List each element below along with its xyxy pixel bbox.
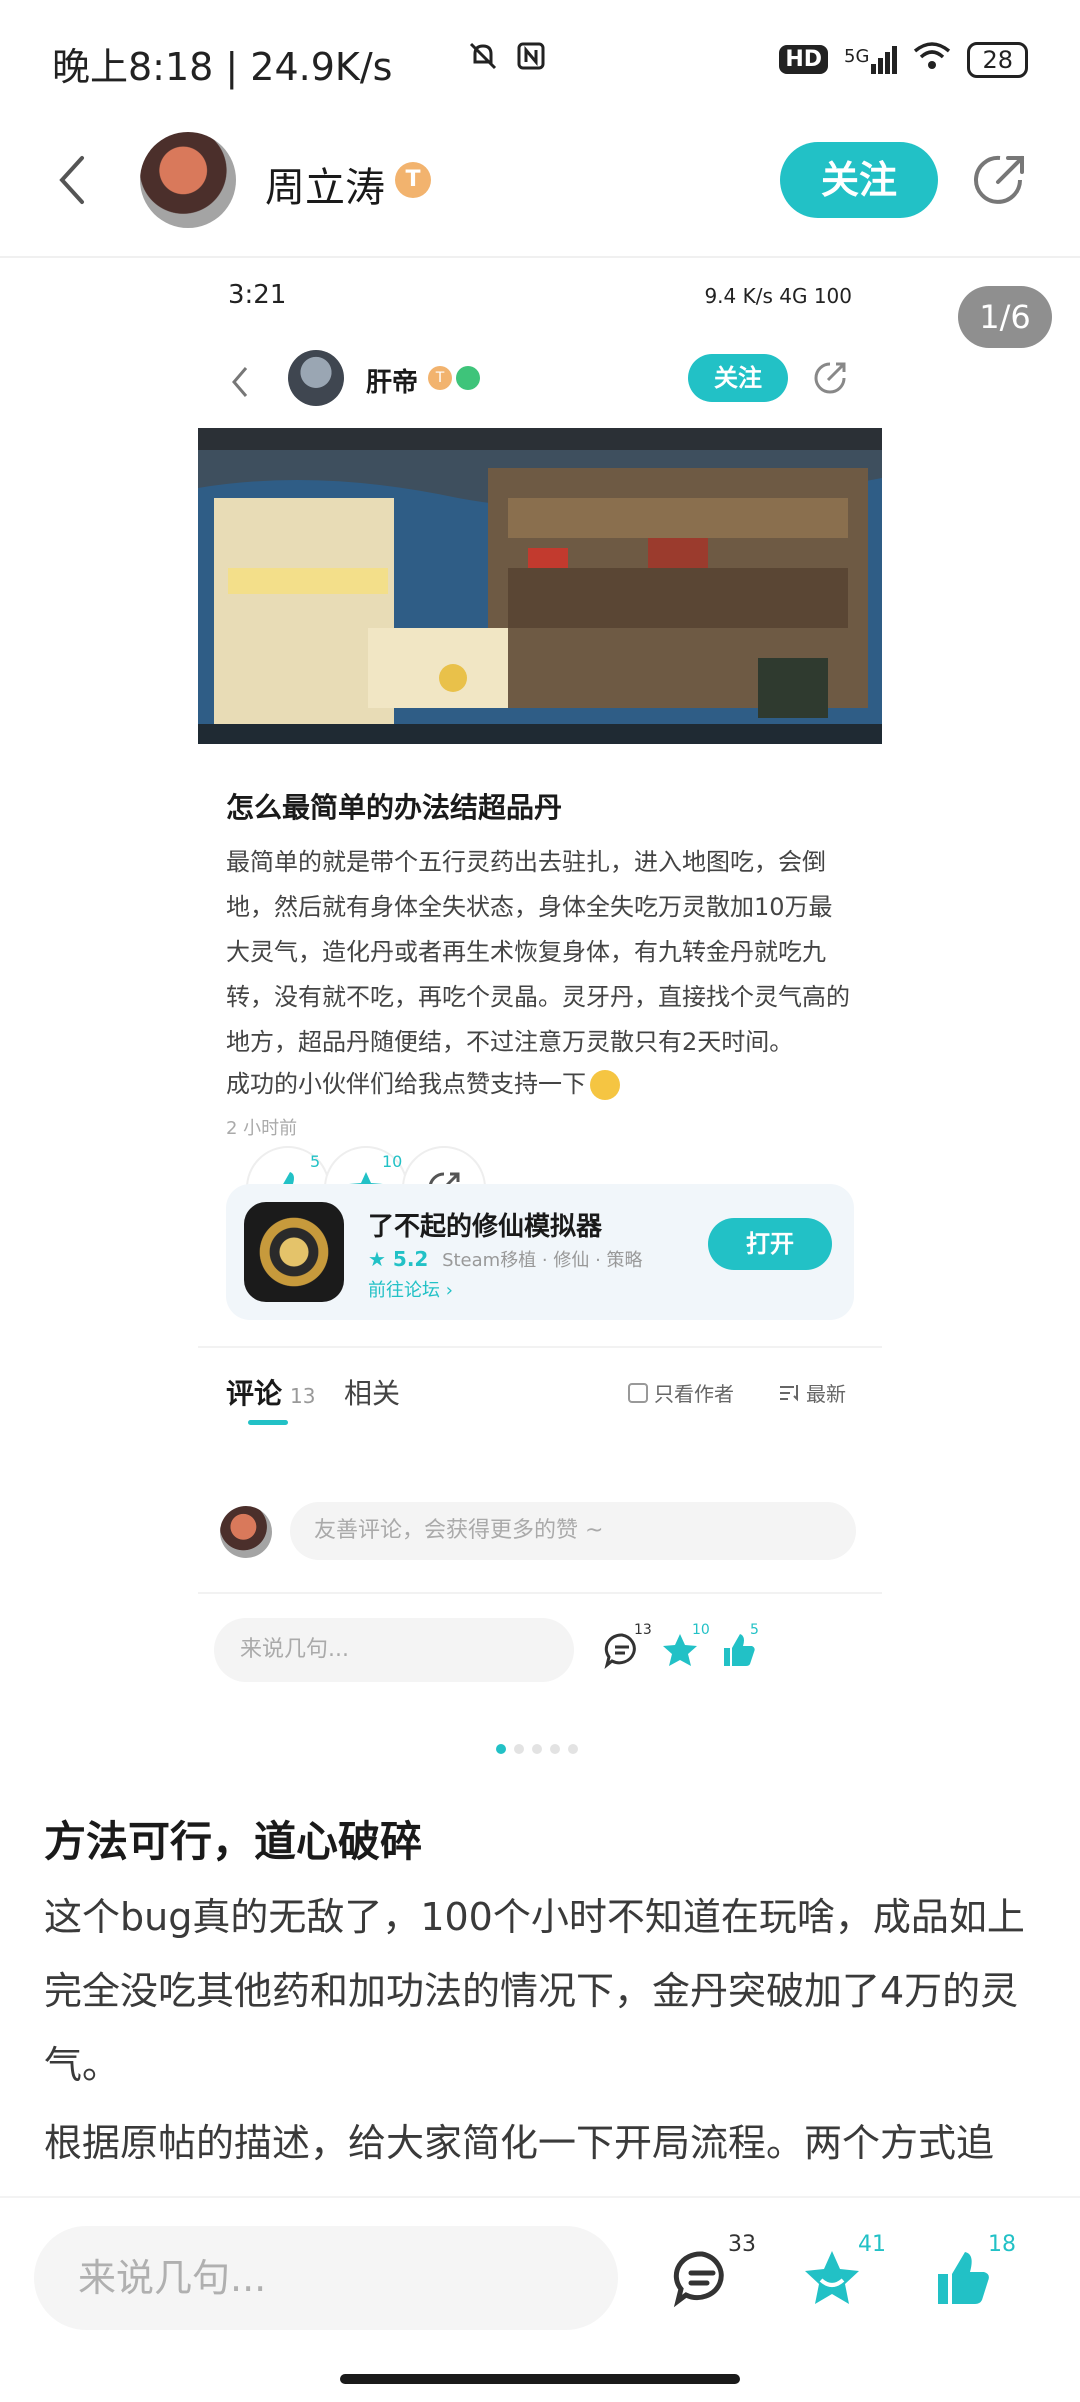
mute-icon bbox=[467, 40, 499, 79]
post-paragraph: 这个bug真的无敌了，100个小时不知道在玩啥，成品如上完全没吃其他药和加功法的… bbox=[44, 1895, 1025, 2087]
game-screenshot bbox=[198, 428, 882, 744]
sort-icon bbox=[780, 1384, 798, 1401]
shot-tab-comments: 评论 13 bbox=[226, 1377, 316, 1410]
follow-button[interactable]: 关注 bbox=[780, 142, 938, 218]
comment-button[interactable]: 33 bbox=[670, 2232, 756, 2310]
favorite-count: 41 bbox=[858, 2232, 886, 2257]
game-forum-link: 前往论坛 › bbox=[368, 1280, 453, 1301]
game-name: 了不起的修仙模拟器 bbox=[368, 1212, 603, 1242]
gallery-dots[interactable] bbox=[496, 1744, 578, 1754]
status-time: 晚上8:18 | 24.9K/s bbox=[52, 45, 393, 89]
like-count: 18 bbox=[988, 2232, 1016, 2257]
game-tags: Steam移植 · 修仙 · 策略 bbox=[442, 1250, 643, 1271]
shot-badge-t: T bbox=[428, 366, 452, 390]
shot-back-icon bbox=[228, 362, 252, 402]
favorite-button[interactable]: 41 bbox=[800, 2232, 886, 2310]
shot-share-icon bbox=[810, 358, 850, 398]
shot-like-count: 5 bbox=[310, 1152, 321, 1171]
shot-bottom-like-count: 5 bbox=[750, 1622, 759, 1638]
page-indicator: 1/6 bbox=[958, 286, 1052, 348]
gallery-dot[interactable] bbox=[550, 1744, 560, 1754]
shot-tab-related: 相关 bbox=[344, 1377, 401, 1410]
like-button[interactable]: 18 bbox=[930, 2232, 1016, 2310]
nfc-icon bbox=[515, 40, 547, 79]
shot-badge-green bbox=[456, 366, 480, 390]
shot-follow-button: 关注 bbox=[688, 354, 788, 402]
star-icon bbox=[805, 2251, 859, 2304]
shot-like-action: 5 bbox=[718, 1622, 759, 1670]
shot-bottom-input: 来说几句... bbox=[214, 1618, 574, 1682]
hd-badge: HD bbox=[779, 45, 829, 74]
shot-status-time: 3:21 bbox=[228, 280, 287, 310]
share-button[interactable] bbox=[970, 150, 1030, 210]
shot-time-ago: 2 小时前 bbox=[226, 1118, 298, 1139]
author-avatar[interactable] bbox=[140, 132, 236, 228]
game-open-button: 打开 bbox=[708, 1218, 832, 1270]
shot-comment-avatar bbox=[220, 1506, 272, 1558]
post-paragraph: 根据原帖的描述，给大家简化一下开局流程。两个方式追 bbox=[44, 2121, 995, 2165]
thumbs-up-icon bbox=[938, 2252, 989, 2304]
game-app-icon bbox=[244, 1202, 344, 1302]
author-badge: T bbox=[395, 162, 431, 198]
shot-support-label: 成功的小伙伴们给我点赞支持一下 bbox=[226, 1070, 586, 1098]
signal-icon: 5G bbox=[844, 45, 898, 74]
header-divider bbox=[0, 256, 1080, 258]
bottom-action-bar: 来说几句... 33 41 18 bbox=[0, 2196, 1080, 2402]
back-button[interactable] bbox=[52, 150, 92, 210]
post-body: 这个bug真的无敌了，100个小时不知道在玩啥，成品如上完全没吃其他药和加功法的… bbox=[44, 1880, 1040, 2184]
shot-tab-underline bbox=[248, 1420, 288, 1425]
shot-bottom-comment-count: 13 bbox=[634, 1622, 652, 1638]
comment-input[interactable]: 来说几句... bbox=[34, 2226, 618, 2330]
shot-bottom-bar: 来说几句... 13 10 5 bbox=[198, 1592, 882, 1712]
shot-star-action: 10 bbox=[660, 1622, 710, 1670]
shot-sort-latest: 最新 bbox=[778, 1378, 846, 1407]
checkbox-icon bbox=[628, 1382, 648, 1403]
shot-divider bbox=[198, 1346, 882, 1348]
shot-bottom-star-count: 10 bbox=[692, 1622, 710, 1638]
shot-post-body: 最简单的就是带个五行灵药出去驻扎，进入地图吃，会倒地，然后就有身体全失状态，身体… bbox=[226, 848, 850, 1056]
game-card: 了不起的修仙模拟器 ★ 5.2 Steam移植 · 修仙 · 策略 前往论坛 ›… bbox=[226, 1184, 854, 1320]
emoji-icon bbox=[590, 1070, 620, 1100]
author-name[interactable]: 周立涛 bbox=[265, 155, 385, 213]
gallery-dot[interactable] bbox=[568, 1744, 578, 1754]
chevron-left-icon bbox=[59, 156, 84, 204]
wifi-icon bbox=[913, 41, 951, 78]
shot-author-avatar bbox=[288, 350, 344, 406]
comment-count: 33 bbox=[728, 2232, 756, 2257]
home-indicator[interactable] bbox=[340, 2374, 740, 2384]
comment-icon bbox=[673, 2251, 724, 2308]
shot-status-icons: 9.4 K/s 4G 100 bbox=[704, 284, 852, 308]
game-meta: ★ 5.2 Steam移植 · 修仙 · 策略 bbox=[368, 1246, 643, 1272]
shot-support-text: 成功的小伙伴们给我点赞支持一下 bbox=[226, 1064, 620, 1100]
shot-star-count: 10 bbox=[382, 1152, 403, 1171]
battery-icon: 28 bbox=[967, 41, 1028, 78]
gallery-dot[interactable] bbox=[496, 1744, 506, 1754]
shot-comment-input: 友善评论，会获得更多的赞 ~ bbox=[290, 1502, 856, 1560]
gallery-image[interactable]: 3:21 9.4 K/s 4G 100 肝帝 T 关注 怎么最简单的办法结超品丹… bbox=[198, 262, 882, 1712]
status-icons: HD 5G 28 bbox=[467, 40, 1028, 79]
game-rating: ★ 5.2 bbox=[368, 1247, 429, 1271]
post-title: 方法可行，道心破碎 bbox=[44, 1817, 423, 1866]
shot-only-author: 只看作者 bbox=[628, 1378, 734, 1407]
gallery-dot[interactable] bbox=[514, 1744, 524, 1754]
gallery-dot[interactable] bbox=[532, 1744, 542, 1754]
share-icon bbox=[974, 155, 1024, 204]
shot-author-name: 肝帝 bbox=[366, 368, 419, 398]
shot-comment-action: 13 bbox=[602, 1622, 652, 1670]
shot-post-title: 怎么最简单的办法结超品丹 bbox=[226, 791, 563, 824]
shot-badges: T bbox=[428, 366, 480, 390]
